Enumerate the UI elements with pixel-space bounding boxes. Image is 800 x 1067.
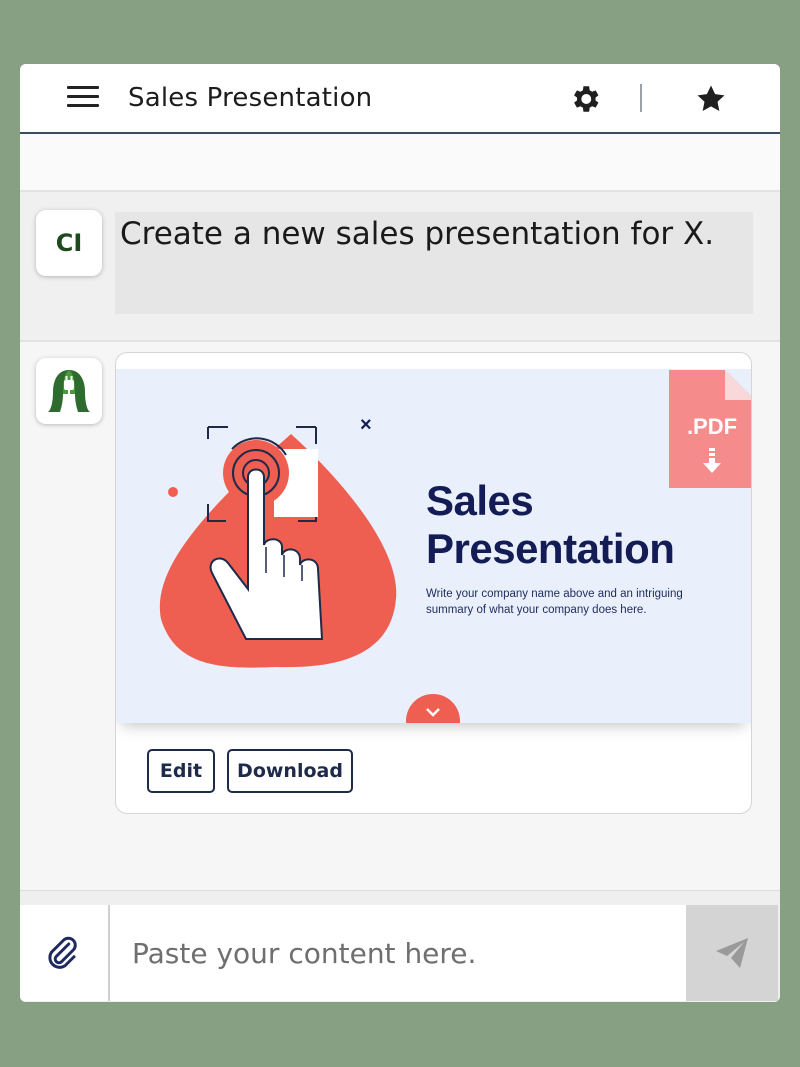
slide-title-line1: Sales <box>426 477 534 524</box>
slide-title-line2: Presentation <box>426 525 675 572</box>
slide-preview[interactable]: × Sales Presentation Write your company … <box>116 369 751 723</box>
send-button[interactable] <box>686 905 778 1001</box>
header-bar: Sales Presentation <box>20 64 780 134</box>
assistant-message-row: × Sales Presentation Write your company … <box>20 340 780 892</box>
user-message-row: CI Create a new sales presentation for X… <box>20 190 780 342</box>
app-window: Sales Presentation CI Create a new sales… <box>20 64 780 1002</box>
hand-touch-illustration: × <box>159 414 397 668</box>
chevron-down-icon <box>426 708 440 717</box>
pdf-label: .PDF <box>686 414 738 439</box>
send-icon <box>716 938 748 968</box>
svg-text:×: × <box>360 414 372 436</box>
chat-top-spacer <box>20 134 780 190</box>
message-composer <box>20 890 780 1002</box>
user-avatar: CI <box>36 210 102 276</box>
header-divider <box>640 84 642 112</box>
paperclip-icon[interactable] <box>44 935 80 971</box>
star-icon[interactable] <box>694 82 728 116</box>
menu-icon[interactable] <box>67 86 99 110</box>
download-button[interactable]: Download <box>227 749 353 793</box>
attach-area <box>20 905 110 1001</box>
user-message-bubble: Create a new sales presentation for X. <box>115 212 753 314</box>
page-title: Sales Presentation <box>128 83 373 113</box>
pdf-download-badge[interactable]: .PDF <box>669 370 751 488</box>
gear-icon[interactable] <box>568 82 602 116</box>
slide-title: Sales Presentation <box>426 477 675 573</box>
slide-subtitle: Write your company name above and an int… <box>426 588 683 616</box>
user-avatar-initials: CI <box>55 229 83 257</box>
download-arrow-icon <box>703 448 721 473</box>
edit-button[interactable]: Edit <box>147 749 215 793</box>
content-input[interactable] <box>110 905 686 1001</box>
assistant-avatar <box>36 358 102 424</box>
user-message-text: Create a new sales presentation for X. <box>120 216 715 252</box>
presentation-card: × Sales Presentation Write your company … <box>115 352 752 814</box>
plug-leaf-logo-icon <box>48 370 90 412</box>
